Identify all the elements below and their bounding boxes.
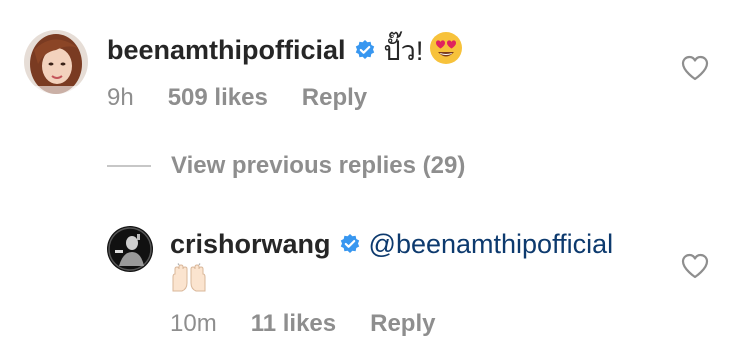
replies-divider-line: [107, 165, 151, 167]
like-heart-icon[interactable]: [680, 252, 710, 280]
reply-likes-count[interactable]: 11 likes: [251, 310, 336, 338]
reply-mention-link[interactable]: @beenamthipofficial: [369, 229, 614, 260]
reply-reply-button[interactable]: Reply: [370, 310, 435, 338]
comment-meta: 9h 509 likes Reply: [107, 84, 367, 112]
comment-row: beenamthipofficial ปั๊ว!: [107, 31, 463, 70]
comment-text: ปั๊ว!: [383, 35, 424, 66]
verified-badge-icon: [354, 39, 376, 61]
reply-username[interactable]: crishorwang: [170, 229, 331, 260]
view-previous-replies-label: View previous replies (29): [171, 152, 466, 179]
comment-timestamp[interactable]: 9h: [107, 84, 134, 112]
verified-badge-icon: [339, 233, 361, 255]
raised-hands-emoji-icon: [170, 263, 208, 298]
heart-eyes-emoji-icon: [429, 31, 463, 70]
avatar-crishorwang[interactable]: [107, 226, 153, 272]
avatar-beenamthipofficial[interactable]: [24, 30, 88, 94]
like-heart-icon[interactable]: [680, 54, 710, 82]
comment-reply-button[interactable]: Reply: [302, 84, 367, 112]
comment-username[interactable]: beenamthipofficial: [107, 35, 346, 66]
view-previous-replies-button[interactable]: View previous replies (29): [107, 152, 465, 180]
comment-likes-count[interactable]: 509 likes: [168, 84, 268, 112]
reply-row: crishorwang @beenamthipofficial: [170, 226, 613, 262]
reply-timestamp[interactable]: 10m: [170, 310, 217, 338]
reply-meta: 10m 11 likes Reply: [170, 310, 435, 338]
avatar-image: [107, 226, 153, 272]
avatar-image: [24, 30, 88, 94]
